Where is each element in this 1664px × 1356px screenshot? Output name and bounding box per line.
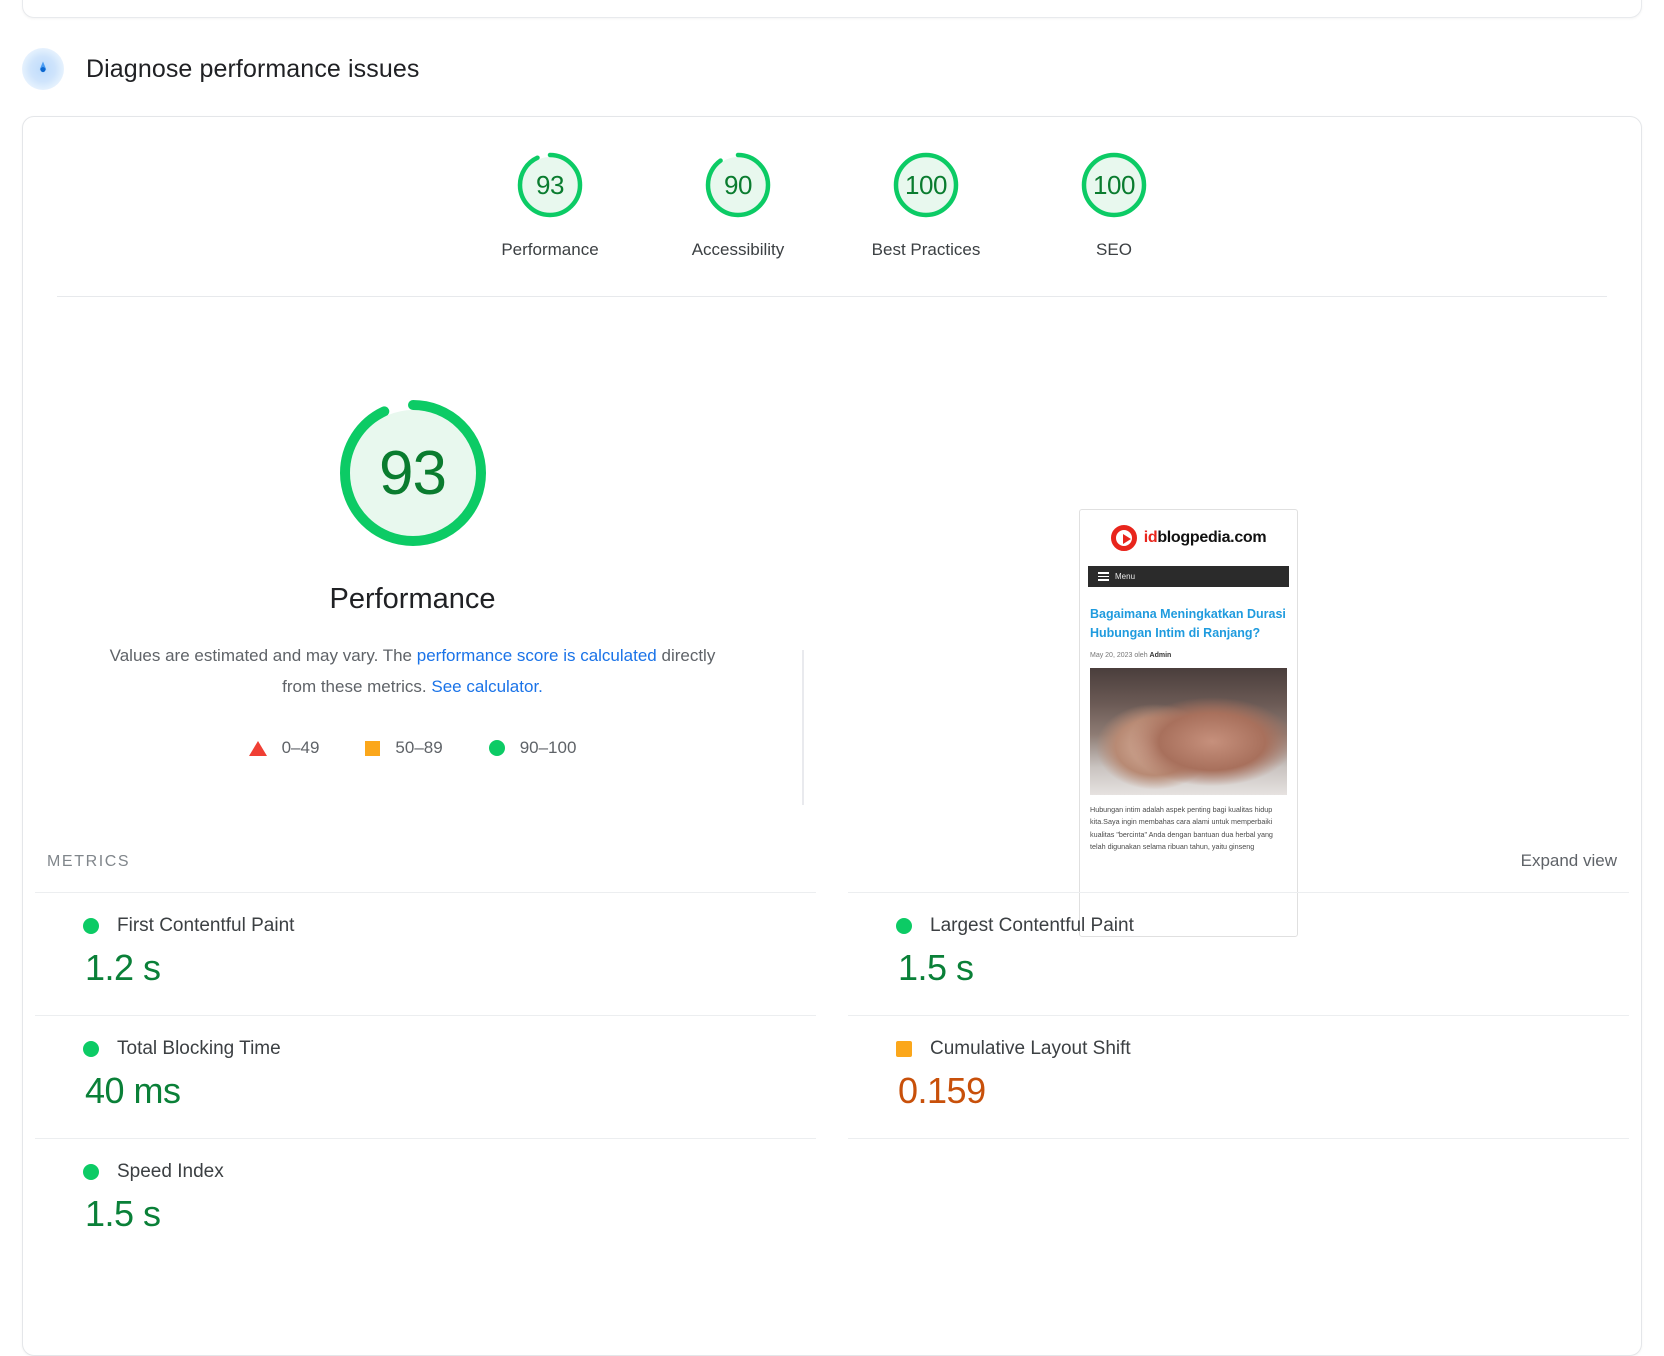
gauge-ring-best-practices: 100 (890, 149, 962, 221)
thumbnail-byline: May 20, 2023 oleh Admin (1090, 652, 1287, 659)
see-calculator-link[interactable]: See calculator. (431, 677, 543, 696)
category-gauge-best-practices[interactable]: 100 Best Practices (832, 149, 1020, 260)
gauge-ring-accessibility: 90 (702, 149, 774, 221)
expand-view-button[interactable]: Expand view (1521, 851, 1617, 871)
metric-speed-index[interactable]: Speed Index 1.5 s (35, 1138, 816, 1261)
metric-value: 1.5 s (898, 947, 974, 988)
metric-header: Total Blocking Time (83, 1038, 816, 1060)
thumbnail-headline: Bagaimana Meningkatkan Durasi Hubungan I… (1090, 607, 1286, 640)
legend-item-good: 90–100 (488, 738, 577, 758)
legend-item-average: 50–89 (365, 738, 443, 758)
metric-header: First Contentful Paint (83, 915, 816, 937)
legend-label: 50–89 (395, 738, 443, 757)
section-header: Diagnose performance issues (22, 48, 419, 90)
thumbnail-article-image (1090, 668, 1287, 795)
metric-header: Cumulative Layout Shift (896, 1038, 1629, 1060)
metrics-header: METRICS Expand view (35, 851, 1629, 871)
gauge-value: 90 (724, 169, 752, 200)
gauge-ring-performance: 93 (514, 149, 586, 221)
legend-item-poor: 0–49 (248, 738, 320, 758)
metrics-grid: First Contentful Paint 1.2 s Largest Con… (35, 892, 1629, 1261)
status-square-icon (896, 1041, 912, 1057)
metric-value: 40 ms (85, 1070, 181, 1111)
gauge-label: Best Practices (871, 240, 981, 259)
metric-value: 0.159 (898, 1070, 986, 1111)
performance-report-card: 93 Performance 90 Accessibility 100 Best… (22, 116, 1642, 1356)
status-circle-icon (83, 1041, 99, 1057)
status-circle-icon (83, 918, 99, 934)
metric-label: Cumulative Layout Shift (930, 1038, 1131, 1059)
metric-total-blocking-time[interactable]: Total Blocking Time 40 ms (35, 1015, 816, 1138)
byline-date: May 20, 2023 oleh (1090, 652, 1150, 659)
metrics-title: METRICS (47, 853, 131, 870)
gauge-value: 100 (1093, 169, 1135, 200)
performance-score-calculated-link[interactable]: performance score is calculated (417, 646, 657, 665)
byline-author: Admin (1149, 652, 1172, 659)
gauge-ring-seo: 100 (1078, 149, 1150, 221)
status-circle-icon (83, 1164, 99, 1180)
legend-label: 0–49 (281, 738, 320, 757)
thumbnail-body-text: Hubungan intim adalah aspek penting bagi… (1090, 805, 1273, 852)
metric-label: First Contentful Paint (117, 915, 295, 936)
status-circle-icon (896, 918, 912, 934)
triangle-icon (248, 740, 267, 756)
site-logo: idblogpedia.com (1080, 510, 1297, 562)
lighthouse-icon (22, 48, 64, 90)
square-icon (365, 740, 381, 756)
thumbnail-menu-bar: Menu (1088, 566, 1289, 587)
score-legend: 0–49 50–89 90–100 (248, 738, 577, 758)
gauge-label: Accessibility (691, 240, 785, 259)
hero-score-section: 93 Performance Values are estimated and … (23, 297, 1641, 827)
performance-label: Performance (329, 583, 496, 615)
page-title: Diagnose performance issues (86, 54, 420, 83)
hamburger-icon (1098, 572, 1109, 581)
category-score-row: 93 Performance 90 Accessibility 100 Best… (23, 117, 1641, 260)
metric-empty-slot (848, 1138, 1629, 1261)
metric-largest-contentful-paint[interactable]: Largest Contentful Paint 1.5 s (848, 892, 1629, 1015)
logo-text-dark: blogpedia.com (1157, 529, 1267, 546)
metric-label: Total Blocking Time (117, 1038, 281, 1059)
metric-cumulative-layout-shift[interactable]: Cumulative Layout Shift 0.159 (848, 1015, 1629, 1138)
metric-value: 1.2 s (85, 947, 161, 988)
gauge-value: 93 (536, 169, 564, 200)
menu-label: Menu (1115, 572, 1136, 581)
performance-score-value: 93 (379, 438, 447, 508)
score-description: Values are estimated and may vary. The p… (103, 640, 723, 702)
gauge-label: Performance (501, 240, 599, 259)
logo-text-red: id (1143, 529, 1158, 546)
metric-label: Speed Index (117, 1161, 224, 1182)
metric-value: 1.5 s (85, 1193, 161, 1234)
metric-header: Speed Index (83, 1161, 816, 1183)
metric-label: Largest Contentful Paint (930, 915, 1134, 936)
category-gauge-performance[interactable]: 93 Performance (456, 149, 644, 260)
site-logo-text: idblogpedia.com (1144, 529, 1267, 547)
gauge-value: 100 (905, 169, 947, 200)
performance-gauge-large: 93 (333, 393, 493, 553)
vertical-divider (802, 650, 804, 805)
category-gauge-seo[interactable]: 100 SEO (1020, 149, 1208, 260)
hero-score-left: 93 Performance Values are estimated and … (23, 393, 802, 827)
desc-text-1: Values are estimated and may vary. The (109, 646, 417, 665)
previous-card-edge (22, 0, 1642, 18)
metric-header: Largest Contentful Paint (896, 915, 1629, 937)
circle-icon (488, 740, 505, 756)
metric-first-contentful-paint[interactable]: First Contentful Paint 1.2 s (35, 892, 816, 1015)
page-screenshot-thumbnail: idblogpedia.com Menu Bagaimana Meningkat… (1079, 509, 1298, 937)
legend-label: 90–100 (519, 738, 577, 757)
idblogpedia-logo-icon (1110, 525, 1137, 551)
category-gauge-accessibility[interactable]: 90 Accessibility (644, 149, 832, 260)
gauge-label: SEO (1096, 240, 1132, 259)
